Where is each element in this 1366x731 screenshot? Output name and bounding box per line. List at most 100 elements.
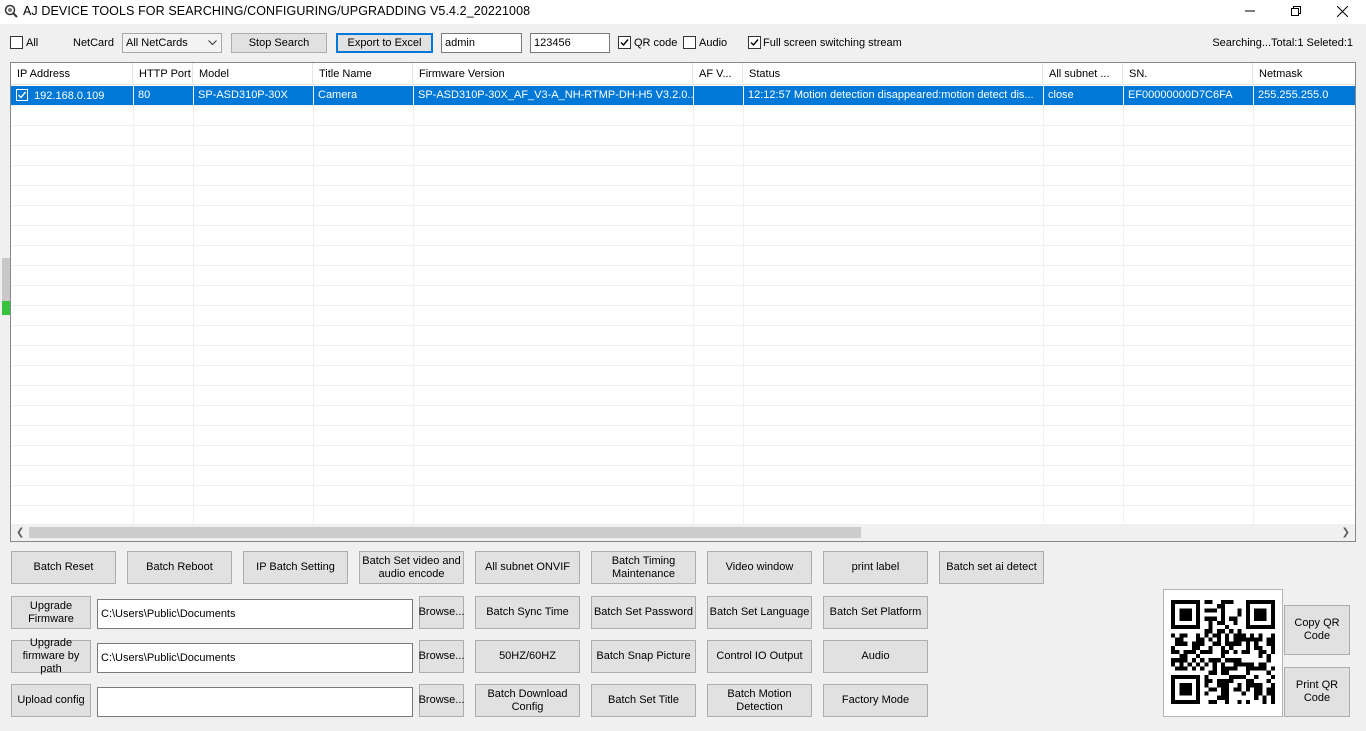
fullscreen-label: Full screen switching stream xyxy=(763,37,902,49)
netcard-value: All NetCards xyxy=(126,37,188,49)
column-header[interactable]: Title Name xyxy=(313,63,413,85)
row-checkbox[interactable] xyxy=(16,89,28,101)
status-cell: 12:12:57 Motion detection disappeared:mo… xyxy=(748,89,1034,101)
row-gridline xyxy=(11,285,1355,286)
device-table[interactable]: IP Address HTTP Port Model Title Name Fi… xyxy=(10,62,1356,542)
checkmark-icon xyxy=(620,39,629,47)
batch-motion-detection-button[interactable]: Batch Motion Detection xyxy=(707,684,812,717)
af-version-cell xyxy=(693,86,743,105)
search-status: Searching...Total:1 Seleted:1 xyxy=(1212,37,1353,49)
window-title: AJ DEVICE TOOLS FOR SEARCHING/CONFIGURIN… xyxy=(23,4,531,18)
firmware-cell: SP-ASD310P-30X_AF_V3-A_NH-RTMP-DH-H5 V3.… xyxy=(418,89,693,101)
column-header[interactable]: All subnet ... xyxy=(1043,63,1123,85)
select-all-label: All xyxy=(26,37,39,49)
column-gridline xyxy=(1123,85,1124,525)
batch-snap-picture-button[interactable]: Batch Snap Picture xyxy=(591,640,696,673)
all-subnet-onvif-button[interactable]: All subnet ONVIF xyxy=(475,551,580,584)
export-excel-button[interactable]: Export to Excel xyxy=(336,33,433,53)
upgrade-by-path-button[interactable]: Upgrade firmware by path xyxy=(11,637,91,675)
row-gridline xyxy=(11,365,1355,366)
factory-mode-button[interactable]: Factory Mode xyxy=(823,684,928,717)
row-gridline xyxy=(11,165,1355,166)
batch-set-platform-button[interactable]: Batch Set Platform xyxy=(823,596,928,629)
restore-icon xyxy=(1291,6,1301,16)
batch-reset-button[interactable]: Batch Reset xyxy=(11,551,116,584)
column-header[interactable]: SN. xyxy=(1123,63,1253,85)
column-header[interactable]: Model xyxy=(193,63,313,85)
control-io-output-button[interactable]: Control IO Output xyxy=(707,640,812,673)
scroll-right-icon[interactable]: ❯ xyxy=(1342,527,1350,538)
row-gridline xyxy=(11,385,1355,386)
audio-button[interactable]: Audio xyxy=(823,640,928,673)
ip-batch-setting-button[interactable]: IP Batch Setting xyxy=(243,551,348,584)
batch-sync-time-button[interactable]: Batch Sync Time xyxy=(475,596,580,629)
batch-video-audio-encode-button[interactable]: Batch Set video and audio encode xyxy=(359,551,464,584)
batch-download-config-button[interactable]: Batch Download Config xyxy=(475,684,580,717)
row-gridline xyxy=(11,425,1355,426)
frequency-50-60hz-button[interactable]: 50HZ/60HZ xyxy=(475,640,580,673)
username-input[interactable]: admin xyxy=(441,33,522,53)
model-cell: SP-ASD310P-30X xyxy=(198,89,288,101)
scroll-left-icon[interactable]: ❮ xyxy=(16,527,24,538)
fullscreen-checkbox[interactable] xyxy=(748,36,761,49)
print-label-button[interactable]: print label xyxy=(823,551,928,584)
row-gridline xyxy=(11,185,1355,186)
audio-checkbox[interactable] xyxy=(683,36,696,49)
chevron-down-icon xyxy=(208,40,217,46)
restore-button[interactable] xyxy=(1273,0,1319,22)
column-gridline xyxy=(1043,85,1044,525)
column-header[interactable]: Firmware Version xyxy=(413,63,693,85)
title-bar: AJ DEVICE TOOLS FOR SEARCHING/CONFIGURIN… xyxy=(0,0,1366,24)
column-header[interactable]: IP Address xyxy=(11,63,133,85)
column-gridline xyxy=(693,85,694,525)
title-name-cell: Camera xyxy=(318,89,358,101)
firmware-path-input[interactable]: C:\Users\Public\Documents xyxy=(97,599,413,629)
column-header[interactable]: HTTP Port xyxy=(133,63,193,85)
column-header[interactable]: Status xyxy=(743,63,1043,85)
column-header[interactable]: Netmask xyxy=(1253,63,1355,85)
browse-config-button[interactable]: Browse... xyxy=(419,684,464,717)
batch-timing-maintenance-button[interactable]: Batch Timing Maintenance xyxy=(591,551,696,584)
copy-qr-code-button[interactable]: Copy QR Code xyxy=(1284,605,1350,655)
qr-code-checkbox[interactable] xyxy=(618,36,631,49)
column-header[interactable]: AF V... xyxy=(693,63,743,85)
batch-set-password-button[interactable]: Batch Set Password xyxy=(591,596,696,629)
sn-cell: EF00000000D7C6FA xyxy=(1128,89,1233,101)
browse-firmware-button[interactable]: Browse... xyxy=(419,596,464,629)
batch-ai-detect-button[interactable]: Batch set ai detect xyxy=(939,551,1044,584)
row-gridline xyxy=(11,245,1355,246)
close-button[interactable] xyxy=(1319,0,1365,22)
column-gridline xyxy=(743,85,744,525)
ip-cell: 192.168.0.109 xyxy=(11,86,133,105)
row-gridline xyxy=(11,465,1355,466)
config-path-input[interactable] xyxy=(97,687,413,717)
row-gridline xyxy=(11,325,1355,326)
row-gridline xyxy=(11,205,1355,206)
horizontal-scrollbar[interactable]: ❮ ❯ xyxy=(11,524,1355,541)
ip-address: 192.168.0.109 xyxy=(34,90,105,102)
stop-search-button[interactable]: Stop Search xyxy=(231,33,327,53)
scrollbar-thumb[interactable] xyxy=(29,527,861,538)
progress-fill xyxy=(2,300,10,315)
upgrade-path-input[interactable]: C:\Users\Public\Documents xyxy=(97,643,413,673)
batch-set-title-button[interactable]: Batch Set Title xyxy=(591,684,696,717)
netcard-select[interactable]: All NetCards xyxy=(122,33,222,53)
netcard-label: NetCard xyxy=(73,37,114,49)
video-window-button[interactable]: Video window xyxy=(707,551,812,584)
select-all-checkbox[interactable] xyxy=(10,36,23,49)
qr-code-icon xyxy=(1171,600,1275,704)
password-input[interactable]: 123456 xyxy=(530,33,610,53)
minimize-button[interactable] xyxy=(1227,0,1273,22)
http-port-cell: 80 xyxy=(138,89,151,101)
batch-set-language-button[interactable]: Batch Set Language xyxy=(707,596,812,629)
upload-config-button[interactable]: Upload config xyxy=(11,684,91,717)
upgrade-firmware-button[interactable]: Upgrade Firmware xyxy=(11,596,91,629)
print-qr-code-button[interactable]: Print QR Code xyxy=(1284,667,1350,717)
batch-reboot-button[interactable]: Batch Reboot xyxy=(127,551,232,584)
row-gridline xyxy=(11,105,1355,106)
row-gridline xyxy=(11,405,1355,406)
browse-upgrade-path-button[interactable]: Browse... xyxy=(419,640,464,673)
table-row[interactable]: 192.168.0.109 80 SP-ASD310P-30X Camera S… xyxy=(11,86,1355,105)
column-gridline xyxy=(133,85,134,525)
row-gridline xyxy=(11,145,1355,146)
